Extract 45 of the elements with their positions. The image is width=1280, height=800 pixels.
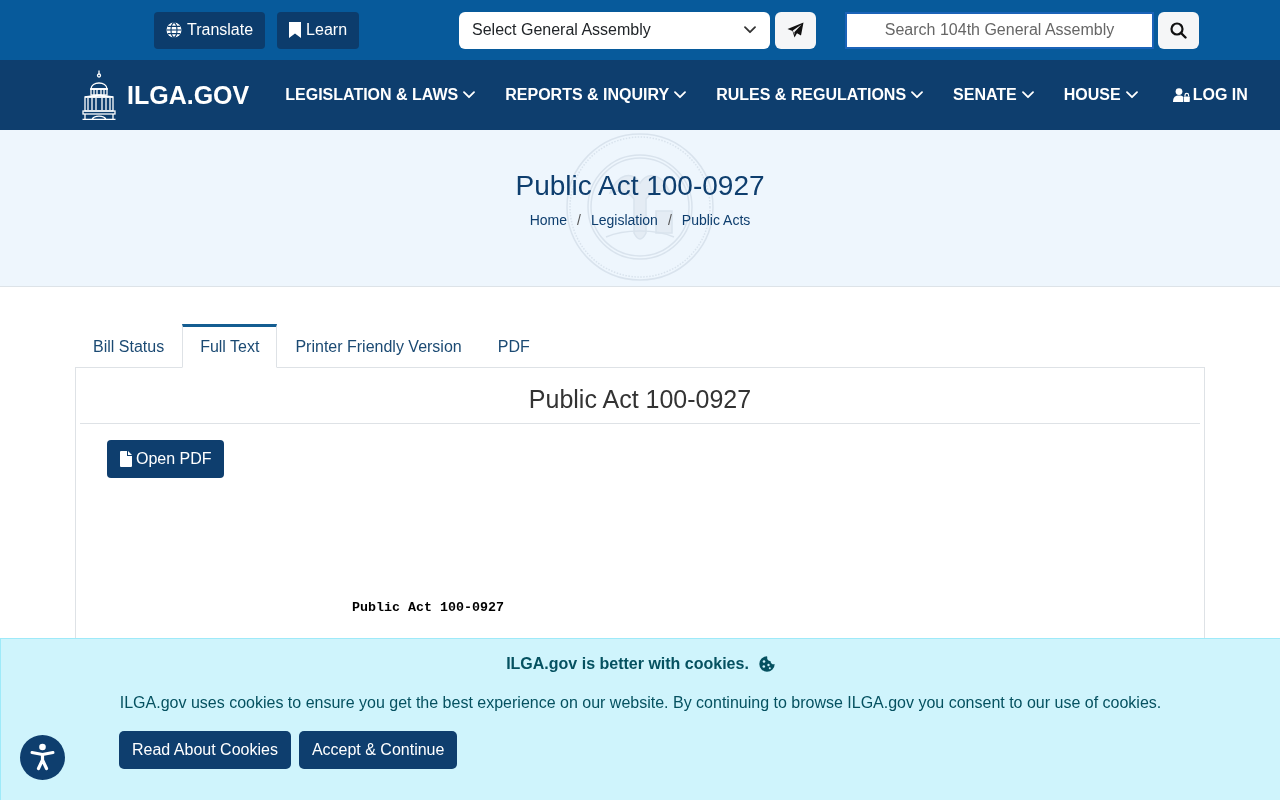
read-about-cookies-button[interactable]: Read About Cookies [119,731,291,769]
go-button[interactable] [775,11,817,49]
user-lock-icon [1172,88,1190,102]
assembly-select[interactable]: Select General Assembly [459,11,771,49]
search-field[interactable]: Search 104th General Assembly [845,11,1155,49]
cookie-banner-title: ILGA.gov is better with cookies. [506,655,749,673]
document-text-heading: Public Act 100-0927 [352,600,504,615]
chevron-down-icon [674,91,687,99]
learn-button[interactable]: Learn [277,11,360,49]
accessibility-icon[interactable] [20,735,65,780]
cookie-icon [758,656,775,672]
translate-button[interactable]: Translate [154,11,266,49]
chevron-down-icon [1021,91,1034,99]
tab[interactable]: Bill Status [75,324,183,368]
file-icon [120,451,132,467]
paper-plane-icon [787,22,805,38]
chevron-down-icon [911,91,924,99]
chevron-down-icon [1125,91,1138,99]
nav-menu-item[interactable]: RULES & REGULATIONS [716,86,924,104]
search-icon [1170,21,1188,39]
site-logo-text[interactable]: ILGA.GOV [127,80,250,110]
page-title: Public Act 100-0927 [515,169,765,203]
search-button[interactable] [1158,11,1200,49]
nav-menu-item[interactable]: LEGISLATION & LAWS [285,86,476,104]
tab[interactable]: Printer Friendly Version [277,324,480,368]
breadcrumb-separator: / [577,212,581,228]
breadcrumb-link[interactable]: Public Acts [681,212,751,228]
globe-icon [166,22,182,38]
accept-cookies-button[interactable]: Accept & Continue [298,731,458,769]
breadcrumb-link[interactable]: Legislation [590,212,658,228]
login-link[interactable]: LOG IN [1172,86,1248,104]
tab[interactable]: Full Text [182,324,278,368]
breadcrumb-separator: / [667,212,672,228]
cookie-banner-message: ILGA.gov uses cookies to ensure you get the best experience on our website. By continuing to browse ILGA.gov you consent to our use of cookies. [118,693,1163,713]
chevron-down-icon [744,26,757,34]
nav-menu-item[interactable]: HOUSE [1063,86,1138,104]
open-pdf-button[interactable]: Open PDF [107,440,224,478]
tab[interactable]: PDF [479,324,548,368]
nav-menu-item[interactable]: REPORTS & INQUIRY [505,86,687,104]
breadcrumb-link[interactable]: Home [529,212,568,228]
capitol-building-icon [82,70,116,120]
chevron-down-icon [463,91,476,99]
bookmark-icon [289,22,302,38]
document-title: Public Act 100-0927 [527,384,753,415]
nav-menu-item[interactable]: SENATE [953,86,1034,104]
